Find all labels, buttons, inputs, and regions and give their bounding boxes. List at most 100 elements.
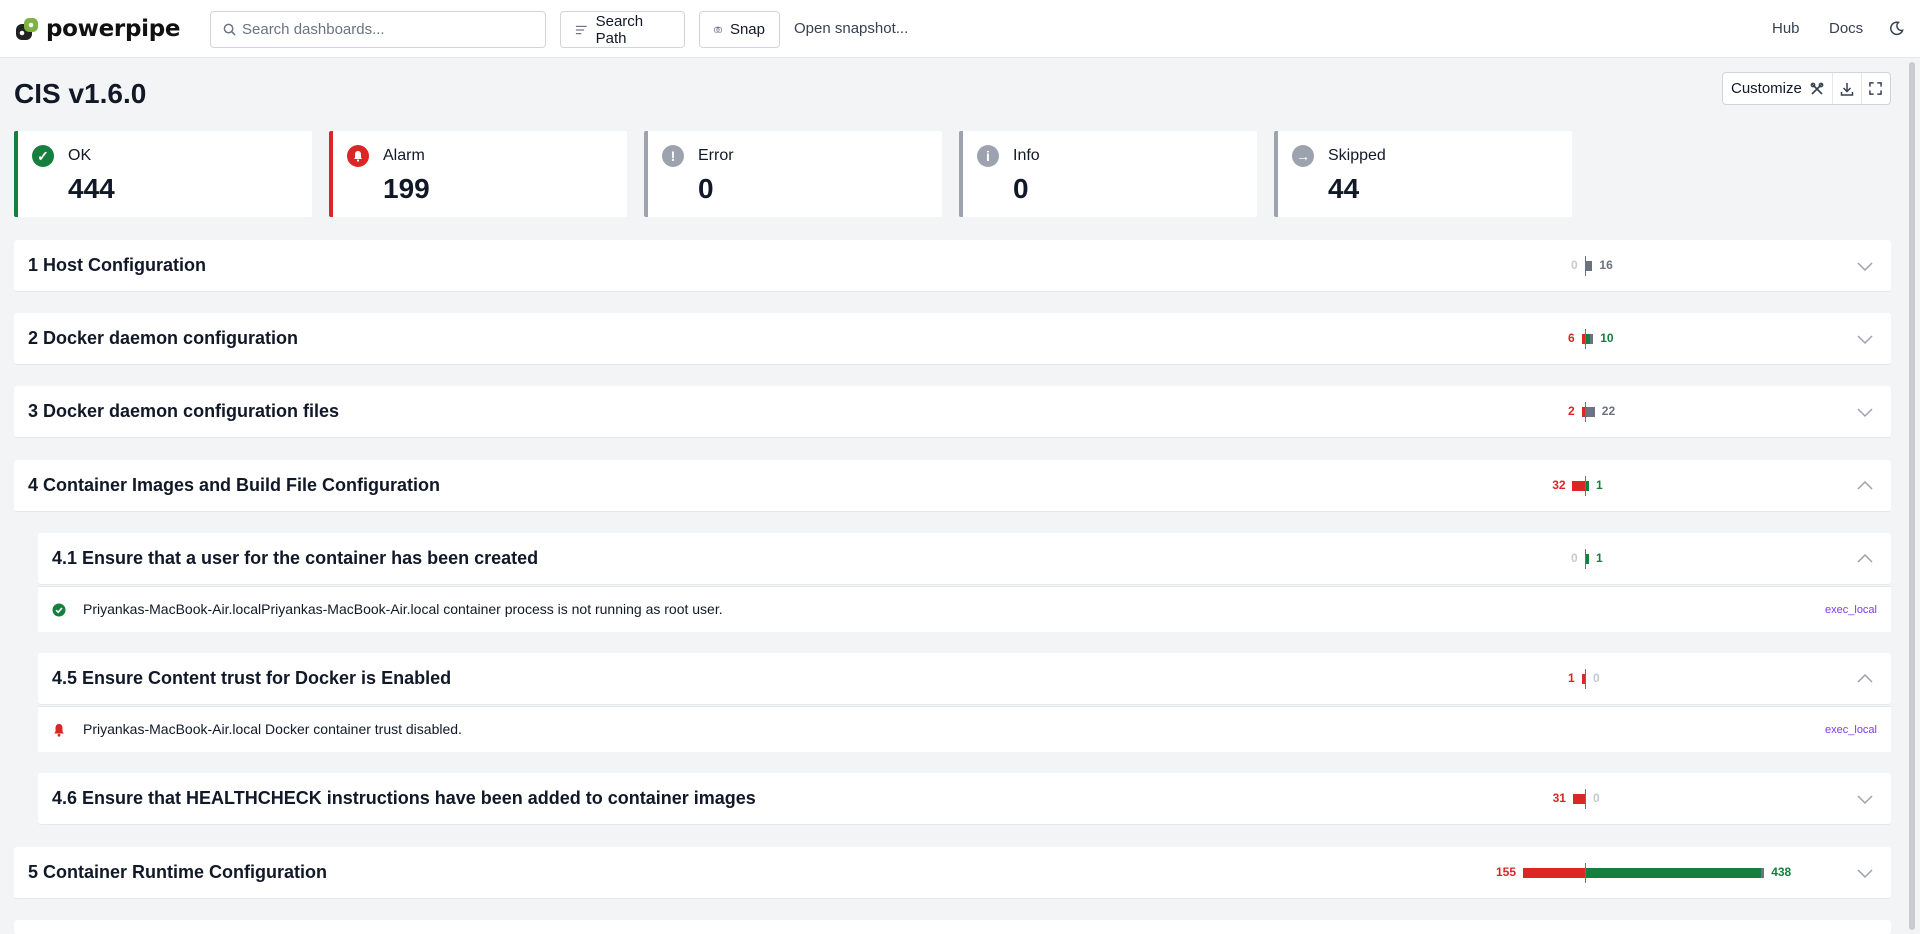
chevron-down-icon[interactable] xyxy=(1855,863,1875,883)
ok-count: 438 xyxy=(1771,865,1792,879)
card-value: 0 xyxy=(698,173,714,204)
powerpipe-logo-icon xyxy=(16,18,38,40)
powerpipe-logo[interactable]: powerpipe xyxy=(14,16,180,42)
control-group[interactable]: 4.6 Ensure that HEALTHCHECK instructions… xyxy=(38,773,1891,825)
alarm-segment xyxy=(1572,481,1585,491)
summary-card-ok: ✓ OK 444 xyxy=(14,131,312,217)
ok-count: 10 xyxy=(1600,331,1614,345)
fullscreen-button[interactable] xyxy=(1860,73,1890,104)
control-group[interactable]: 5 Container Runtime Configuration 155 438 xyxy=(14,847,1891,899)
group-title: 3 Docker daemon configuration files xyxy=(28,401,340,421)
card-value: 199 xyxy=(383,173,430,204)
customize-label: Customize xyxy=(1731,80,1802,97)
chevron-up-icon[interactable] xyxy=(1855,476,1875,496)
bar-zero-divider xyxy=(1585,789,1586,809)
check-circle-icon xyxy=(52,603,66,617)
ok-count: 22 xyxy=(1601,404,1616,418)
alarm-count: 31 xyxy=(1552,791,1566,805)
group-title: 1 Host Configuration xyxy=(28,255,206,275)
dashboard-actions: Customize xyxy=(1722,72,1891,105)
summary-card-error: ! Error 0 xyxy=(644,131,942,217)
group-title: 5 Container Runtime Configuration xyxy=(28,862,327,882)
download-icon xyxy=(1840,82,1854,96)
expand-icon xyxy=(1869,82,1883,95)
snap-label: Snap xyxy=(729,21,765,38)
tools-icon xyxy=(1810,82,1824,95)
ok-segment xyxy=(1586,554,1589,564)
group-title: 4.5 Ensure Content trust for Docker is E… xyxy=(52,668,452,688)
alarm-segment xyxy=(1572,794,1585,804)
alarm-segment xyxy=(1523,868,1585,878)
alarm-count: 32 xyxy=(1552,478,1566,492)
skip-segment xyxy=(1761,868,1765,878)
card-value: 0 xyxy=(1013,173,1029,204)
scrollbar-thumb[interactable] xyxy=(1909,62,1915,930)
summary-card-skipped: → Skipped 44 xyxy=(1274,131,1572,217)
result-dimension-tag[interactable]: exec_local xyxy=(1825,724,1877,736)
bell-icon xyxy=(347,145,369,167)
chevron-down-icon[interactable] xyxy=(1855,789,1875,809)
alarm-count: 6 xyxy=(1568,331,1575,345)
ok-count: 16 xyxy=(1599,258,1613,272)
card-value: 44 xyxy=(1328,173,1360,204)
search-icon xyxy=(223,23,236,36)
arrow-right-circle-icon: → xyxy=(1292,145,1314,167)
group-title: 4 Container Images and Build File Config… xyxy=(28,475,441,495)
ok-count: 1 xyxy=(1596,551,1603,565)
docs-link[interactable]: Docs xyxy=(1829,20,1863,37)
chevron-up-icon[interactable] xyxy=(1855,549,1875,569)
skip-segment xyxy=(1590,334,1594,344)
ok-segment xyxy=(1586,481,1589,491)
snap-button[interactable]: Snap xyxy=(699,11,780,48)
chevron-up-icon[interactable] xyxy=(1855,669,1875,689)
result-dimension-tag[interactable]: exec_local xyxy=(1825,604,1877,616)
check-circle-icon: ✓ xyxy=(32,145,54,167)
dark-mode-moon-icon[interactable] xyxy=(1889,21,1904,36)
control-group[interactable]: 4 Container Images and Build File Config… xyxy=(14,460,1891,512)
summary-card-info: i Info 0 xyxy=(959,131,1257,217)
control-group[interactable]: 2 Docker daemon configuration 6 10 xyxy=(14,313,1891,365)
control-group[interactable]: 1 Host Configuration 0 16 xyxy=(14,240,1891,292)
filter-lines-icon xyxy=(575,25,587,34)
control-group[interactable]: 3 Docker daemon configuration files 2 22 xyxy=(14,386,1891,438)
result-reason: Priyankas-MacBook-Air.local Docker conta… xyxy=(83,721,462,737)
camera-icon xyxy=(714,26,722,33)
ok-segment xyxy=(1586,868,1762,878)
control-group[interactable]: 4.5 Ensure Content trust for Docker is E… xyxy=(38,653,1891,705)
ok-count: 1 xyxy=(1596,478,1603,492)
alarm-count: 155 xyxy=(1496,865,1517,879)
control-group-partial xyxy=(14,920,1891,934)
search-input[interactable]: Search dashboards... xyxy=(210,11,546,48)
alarm-count: 0 xyxy=(1571,551,1578,565)
bell-icon xyxy=(54,724,64,737)
card-label: Skipped xyxy=(1328,147,1386,164)
ok-count: 0 xyxy=(1593,791,1600,805)
search-path-button[interactable]: Search Path xyxy=(560,11,685,48)
brand-name: powerpipe xyxy=(46,16,181,42)
skip-segment xyxy=(1586,261,1593,271)
chevron-down-icon[interactable] xyxy=(1855,402,1875,422)
chevron-down-icon[interactable] xyxy=(1855,256,1875,276)
group-title: 4.1 Ensure that a user for the container… xyxy=(52,548,539,568)
card-label: Info xyxy=(1013,147,1040,164)
hub-link[interactable]: Hub xyxy=(1772,20,1800,37)
exclamation-circle-icon: ! xyxy=(662,145,684,167)
chevron-down-icon[interactable] xyxy=(1855,329,1875,349)
open-snapshot-link[interactable]: Open snapshot... xyxy=(794,20,908,37)
download-button[interactable] xyxy=(1831,73,1861,104)
card-value: 444 xyxy=(68,173,115,204)
alarm-count: 2 xyxy=(1568,404,1575,418)
group-title: 4.6 Ensure that HEALTHCHECK instructions… xyxy=(52,788,756,808)
ok-count: 0 xyxy=(1593,671,1600,685)
search-path-label: Search Path xyxy=(595,12,644,47)
info-circle-icon: i xyxy=(977,145,999,167)
customize-button[interactable]: Customize xyxy=(1723,73,1832,104)
skip-segment xyxy=(1586,407,1595,417)
card-label: OK xyxy=(68,147,92,164)
card-label: Error xyxy=(698,147,734,164)
control-group[interactable]: 4.1 Ensure that a user for the container… xyxy=(38,533,1891,585)
card-label: Alarm xyxy=(383,147,425,164)
summary-card-alarm: Alarm 199 xyxy=(329,131,627,217)
control-result-row: Priyankas-MacBook-Air.local Docker conta… xyxy=(38,706,1891,752)
group-title: 2 Docker daemon configuration xyxy=(28,328,299,348)
